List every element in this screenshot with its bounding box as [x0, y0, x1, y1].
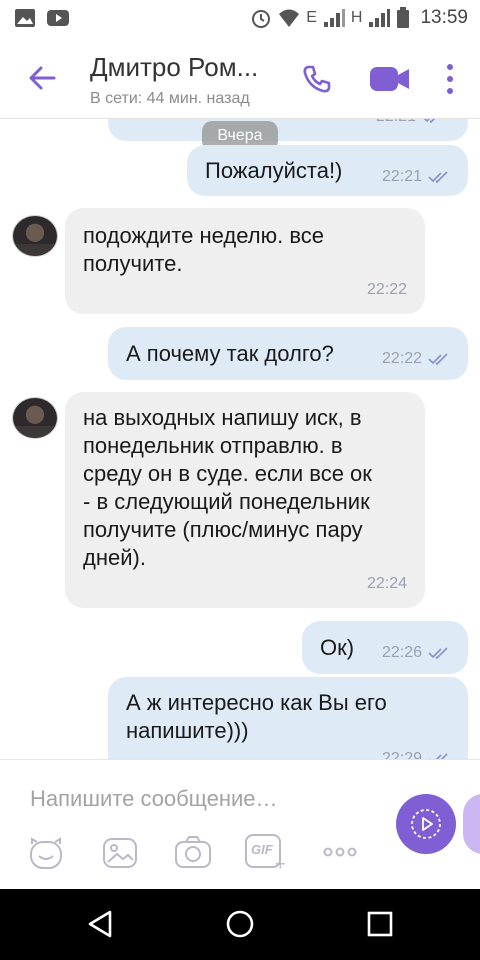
- voice-message-button[interactable]: [396, 794, 456, 854]
- message-time: 22:22: [366, 281, 407, 298]
- message-text: Ок): [320, 635, 355, 660]
- wifi-icon: [279, 9, 300, 27]
- message-text: подождите неделю. все получите.: [83, 223, 324, 276]
- alarm-icon: [252, 10, 271, 28]
- message-bubble-outgoing[interactable]: А почему так долго? 22:22: [108, 327, 468, 380]
- message-bubble-incoming[interactable]: подождите неделю. все получите. 22:22: [65, 208, 425, 314]
- play-circle-icon: [411, 809, 441, 839]
- double-check-icon: [428, 647, 448, 659]
- message-text: А ж интересно как Вы его напишите))): [126, 690, 387, 743]
- double-check-icon: [428, 353, 448, 365]
- battery-icon: [397, 7, 410, 28]
- message-bubble-incoming[interactable]: на выходных напишу иск, в понедельник от…: [65, 392, 425, 608]
- home-nav-icon[interactable]: [224, 908, 256, 940]
- signal-icon-2: [369, 9, 391, 27]
- avatar[interactable]: [12, 397, 58, 439]
- network-type-1: E: [306, 9, 317, 26]
- network-type-2: H: [350, 9, 363, 26]
- message-time: 22:29: [381, 750, 422, 759]
- navigation-bar: [0, 889, 480, 960]
- more-options-icon[interactable]: [320, 832, 360, 872]
- arrow-left-icon[interactable]: [24, 60, 60, 96]
- message-text: Пожалуйста!): [205, 158, 343, 183]
- message-composer: GIF +: [0, 759, 480, 890]
- camera-icon[interactable]: [173, 832, 213, 872]
- clock: 13:59: [420, 7, 468, 28]
- back-nav-icon[interactable]: [86, 909, 116, 939]
- gif-label: GIF: [251, 842, 273, 857]
- message-time: 22:26: [381, 644, 422, 661]
- recents-nav-icon[interactable]: [366, 910, 394, 938]
- contact-name[interactable]: Дмитро Ром...: [90, 52, 258, 83]
- video-camera-icon[interactable]: [368, 64, 412, 94]
- double-check-icon: [423, 119, 436, 123]
- chat-header: Дмитро Ром... В сети: 44 мин. назад: [0, 38, 480, 119]
- message-bubble-outgoing[interactable]: Пожалуйста!) 22:21: [187, 145, 468, 196]
- message-list[interactable]: 22:21 Вчера Пожалуйста!) 22:21 подождите…: [0, 119, 480, 759]
- message-time: 22:21: [381, 168, 422, 185]
- signal-icon-1: [323, 9, 345, 27]
- youtube-notification-icon: [47, 10, 69, 26]
- phone-icon[interactable]: [300, 62, 334, 96]
- gallery-icon[interactable]: [100, 832, 140, 872]
- gallery-notification-icon: [15, 9, 35, 27]
- message-time: 22:22: [381, 350, 422, 367]
- message-input[interactable]: [28, 778, 362, 820]
- message-text: на выходных напишу иск, в понедельник от…: [83, 405, 372, 570]
- double-check-icon: [428, 171, 448, 183]
- message-bubble-previous[interactable]: 22:21: [108, 119, 468, 141]
- gif-icon[interactable]: GIF +: [245, 834, 286, 874]
- message-text: А почему так долго?: [126, 341, 334, 366]
- message-time: 22:24: [366, 575, 407, 592]
- message-bubble-outgoing[interactable]: Ок) 22:26: [302, 621, 468, 674]
- more-vertical-icon[interactable]: [440, 62, 460, 96]
- secondary-action-button[interactable]: [463, 794, 480, 854]
- sticker-icon[interactable]: [26, 832, 66, 872]
- presence-status: В сети: 44 мин. назад: [90, 90, 250, 107]
- avatar[interactable]: [12, 215, 58, 257]
- message-bubble-outgoing[interactable]: А ж интересно как Вы его напишите))) 22:…: [108, 677, 468, 759]
- status-bar: E H 13:59: [0, 0, 480, 38]
- message-time: 22:21: [376, 119, 416, 131]
